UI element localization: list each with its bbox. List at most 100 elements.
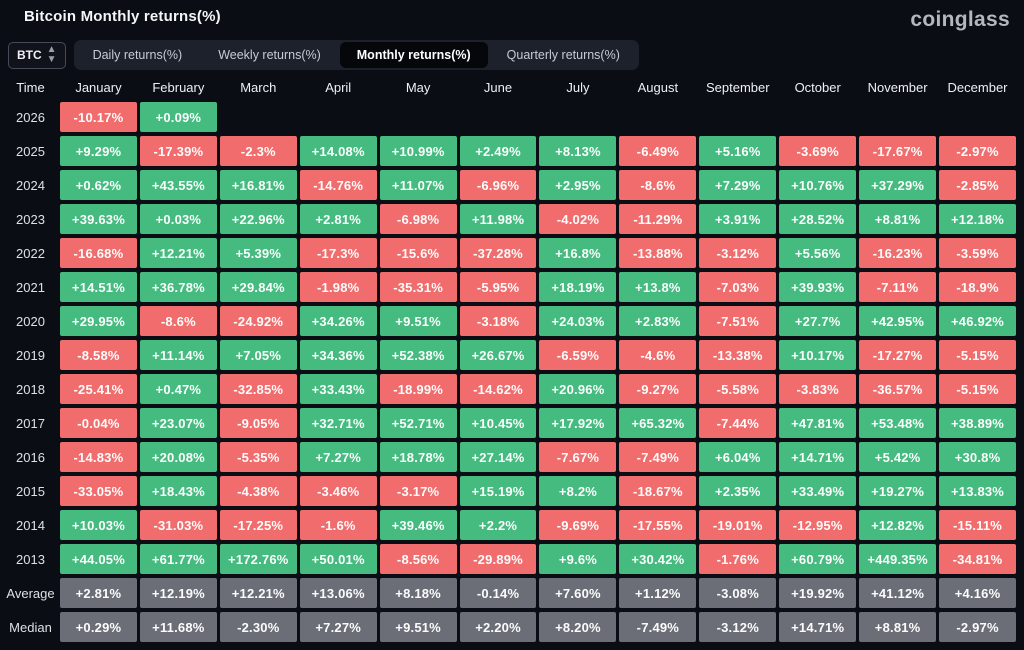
heatmap-row-2026: 2026 -10.17% +0.09% (4, 102, 1016, 132)
heatmap-cell: -29.89% (459, 544, 537, 574)
heatmap-cell: +2.83% (619, 306, 697, 336)
heatmap-cell: -25.41% (60, 374, 137, 404)
heatmap-cell: +16.81% (219, 170, 297, 200)
row-label: 2021 (16, 279, 45, 295)
heatmap-cell: +20.96% (539, 374, 617, 404)
heatmap-cell: -32.85% (219, 374, 297, 404)
heatmap-cell: -3.69% (779, 136, 857, 166)
heatmap-cell: -4.02% (539, 204, 617, 234)
heatmap-cell: +10.76% (779, 170, 857, 200)
heatmap-row-2019: 2019 -8.58% +11.14% +7.05% +34.36% +52.38% +26… (4, 340, 1016, 370)
returns-heatmap: Time January February March April May June Jul… (0, 72, 1024, 642)
heatmap-cell: -2.3% (219, 136, 297, 166)
heatmap-cell: -11.29% (619, 204, 697, 234)
heatmap-cell-empty (300, 102, 377, 132)
heatmap-cell: +19.92% (779, 578, 857, 608)
row-label: 2025 (16, 143, 45, 159)
heatmap-cell: +10.03% (60, 510, 137, 540)
heatmap-cell: -8.6% (139, 306, 217, 336)
heatmap-cell: -34.81% (939, 544, 1016, 574)
heatmap-cell: -1.6% (299, 510, 377, 540)
heatmap-cell: +44.05% (60, 544, 137, 574)
heatmap-cell: +24.03% (539, 306, 617, 336)
heatmap-cell: +11.14% (139, 340, 217, 370)
heatmap-cell: -13.38% (699, 340, 777, 370)
row-label: 2020 (16, 313, 45, 329)
heatmap-cell: -2.85% (939, 170, 1016, 200)
heatmap-cell: -14.83% (60, 442, 137, 472)
heatmap-cell: +8.81% (859, 204, 937, 234)
heatmap-cell: +10.17% (779, 340, 857, 370)
heatmap-cell: +0.62% (60, 170, 137, 200)
heatmap-cell: +18.19% (539, 272, 617, 302)
heatmap-row-median: Median +0.29% +11.68% -2.30% +7.27% +9.51% +2.… (4, 612, 1016, 642)
heatmap-row-average: Average +2.81% +12.19% +12.21% +13.06% +8.18%… (4, 578, 1016, 608)
column-header-row: Time January February March April May June Jul… (4, 72, 1016, 102)
column-header-november: November (867, 79, 928, 95)
heatmap-cell: -2.30% (219, 612, 297, 642)
heatmap-cell: -6.96% (459, 170, 537, 200)
heatmap-cell: -15.11% (939, 510, 1016, 540)
controls-bar: BTC ▲ ▼ Daily returns(%) Weekly returns(%)… (0, 38, 1024, 70)
heatmap-cell: -15.6% (379, 238, 457, 268)
heatmap-cell: +449.35% (859, 544, 937, 574)
heatmap-cell: -17.25% (219, 510, 297, 540)
row-label: 2019 (16, 347, 45, 363)
heatmap-cell: +13.8% (619, 272, 697, 302)
heatmap-cell: +30.8% (939, 442, 1016, 472)
heatmap-cell: +27.7% (779, 306, 857, 336)
heatmap-cell: +34.26% (299, 306, 377, 336)
heatmap-row-2013: 2013 +44.05% +61.77% +172.76% +50.01% -8.56% -… (4, 544, 1016, 574)
column-header-time: Time (16, 79, 45, 95)
heatmap-row-2024: 2024 +0.62% +43.55% +16.81% -14.76% +11.07% -6… (4, 170, 1016, 200)
tab-daily-returns[interactable]: Daily returns(%) (76, 42, 200, 68)
tab-weekly-returns[interactable]: Weekly returns(%) (201, 42, 338, 68)
heatmap-cell: +8.20% (539, 612, 617, 642)
heatmap-cell: +7.27% (299, 442, 377, 472)
heatmap-cell: -1.76% (699, 544, 777, 574)
column-header-may: May (405, 79, 431, 95)
heatmap-cell: -9.69% (539, 510, 617, 540)
heatmap-cell: -19.01% (699, 510, 777, 540)
heatmap-row-2022: 2022 -16.68% +12.21% +5.39% -17.3% -15.6% -37.… (4, 238, 1016, 268)
tab-monthly-returns[interactable]: Monthly returns(%) (339, 42, 488, 68)
heatmap-row-2016: 2016 -14.83% +20.08% -5.35% +7.27% +18.78% +27… (4, 442, 1016, 472)
heatmap-cell: -7.11% (859, 272, 937, 302)
heatmap-cell: +11.68% (139, 612, 217, 642)
row-label: Average (6, 585, 55, 601)
tab-quarterly-returns[interactable]: Quarterly returns(%) (490, 42, 637, 68)
row-label: 2016 (16, 449, 45, 465)
heatmap-cell: -7.49% (619, 442, 697, 472)
returns-tab-group: Daily returns(%) Weekly returns(%) Monthly… (73, 40, 639, 70)
heatmap-cell: -6.59% (539, 340, 617, 370)
heatmap-cell: +5.16% (699, 136, 777, 166)
heatmap-cell: +12.21% (139, 238, 217, 268)
heatmap-cell: +34.36% (299, 340, 377, 370)
heatmap-cell: -17.27% (859, 340, 937, 370)
heatmap-cell: +1.12% (619, 578, 697, 608)
heatmap-cell: -8.56% (379, 544, 457, 574)
heatmap-row-2014: 2014 +10.03% -31.03% -17.25% -1.6% +39.46% +2.… (4, 510, 1016, 540)
heatmap-cell: +37.29% (859, 170, 937, 200)
heatmap-cell: +32.71% (299, 408, 377, 438)
heatmap-cell: +0.47% (139, 374, 217, 404)
heatmap-cell: +12.18% (939, 204, 1016, 234)
row-label: 2013 (16, 551, 45, 567)
heatmap-cell: -7.51% (699, 306, 777, 336)
heatmap-row-2017: 2017 -0.04% +23.07% -9.05% +32.71% +52.71% +10… (4, 408, 1016, 438)
heatmap-cell: +39.93% (779, 272, 857, 302)
heatmap-cell: -4.6% (619, 340, 697, 370)
heatmap-cell: +29.95% (60, 306, 137, 336)
heatmap-cell: -18.99% (379, 374, 457, 404)
heatmap-cell: +14.08% (299, 136, 377, 166)
heatmap-cell: +33.49% (779, 476, 857, 506)
heatmap-cell: -3.46% (299, 476, 377, 506)
heatmap-cell: +4.16% (939, 578, 1016, 608)
symbol-select[interactable]: BTC ▲ ▼ (8, 41, 66, 69)
heatmap-cell: +0.03% (139, 204, 217, 234)
heatmap-cell: +39.46% (379, 510, 457, 540)
heatmap-cell: +8.81% (859, 612, 937, 642)
row-label: 2017 (16, 415, 45, 431)
heatmap-cell: +10.99% (379, 136, 457, 166)
heatmap-cell: +7.05% (219, 340, 297, 370)
